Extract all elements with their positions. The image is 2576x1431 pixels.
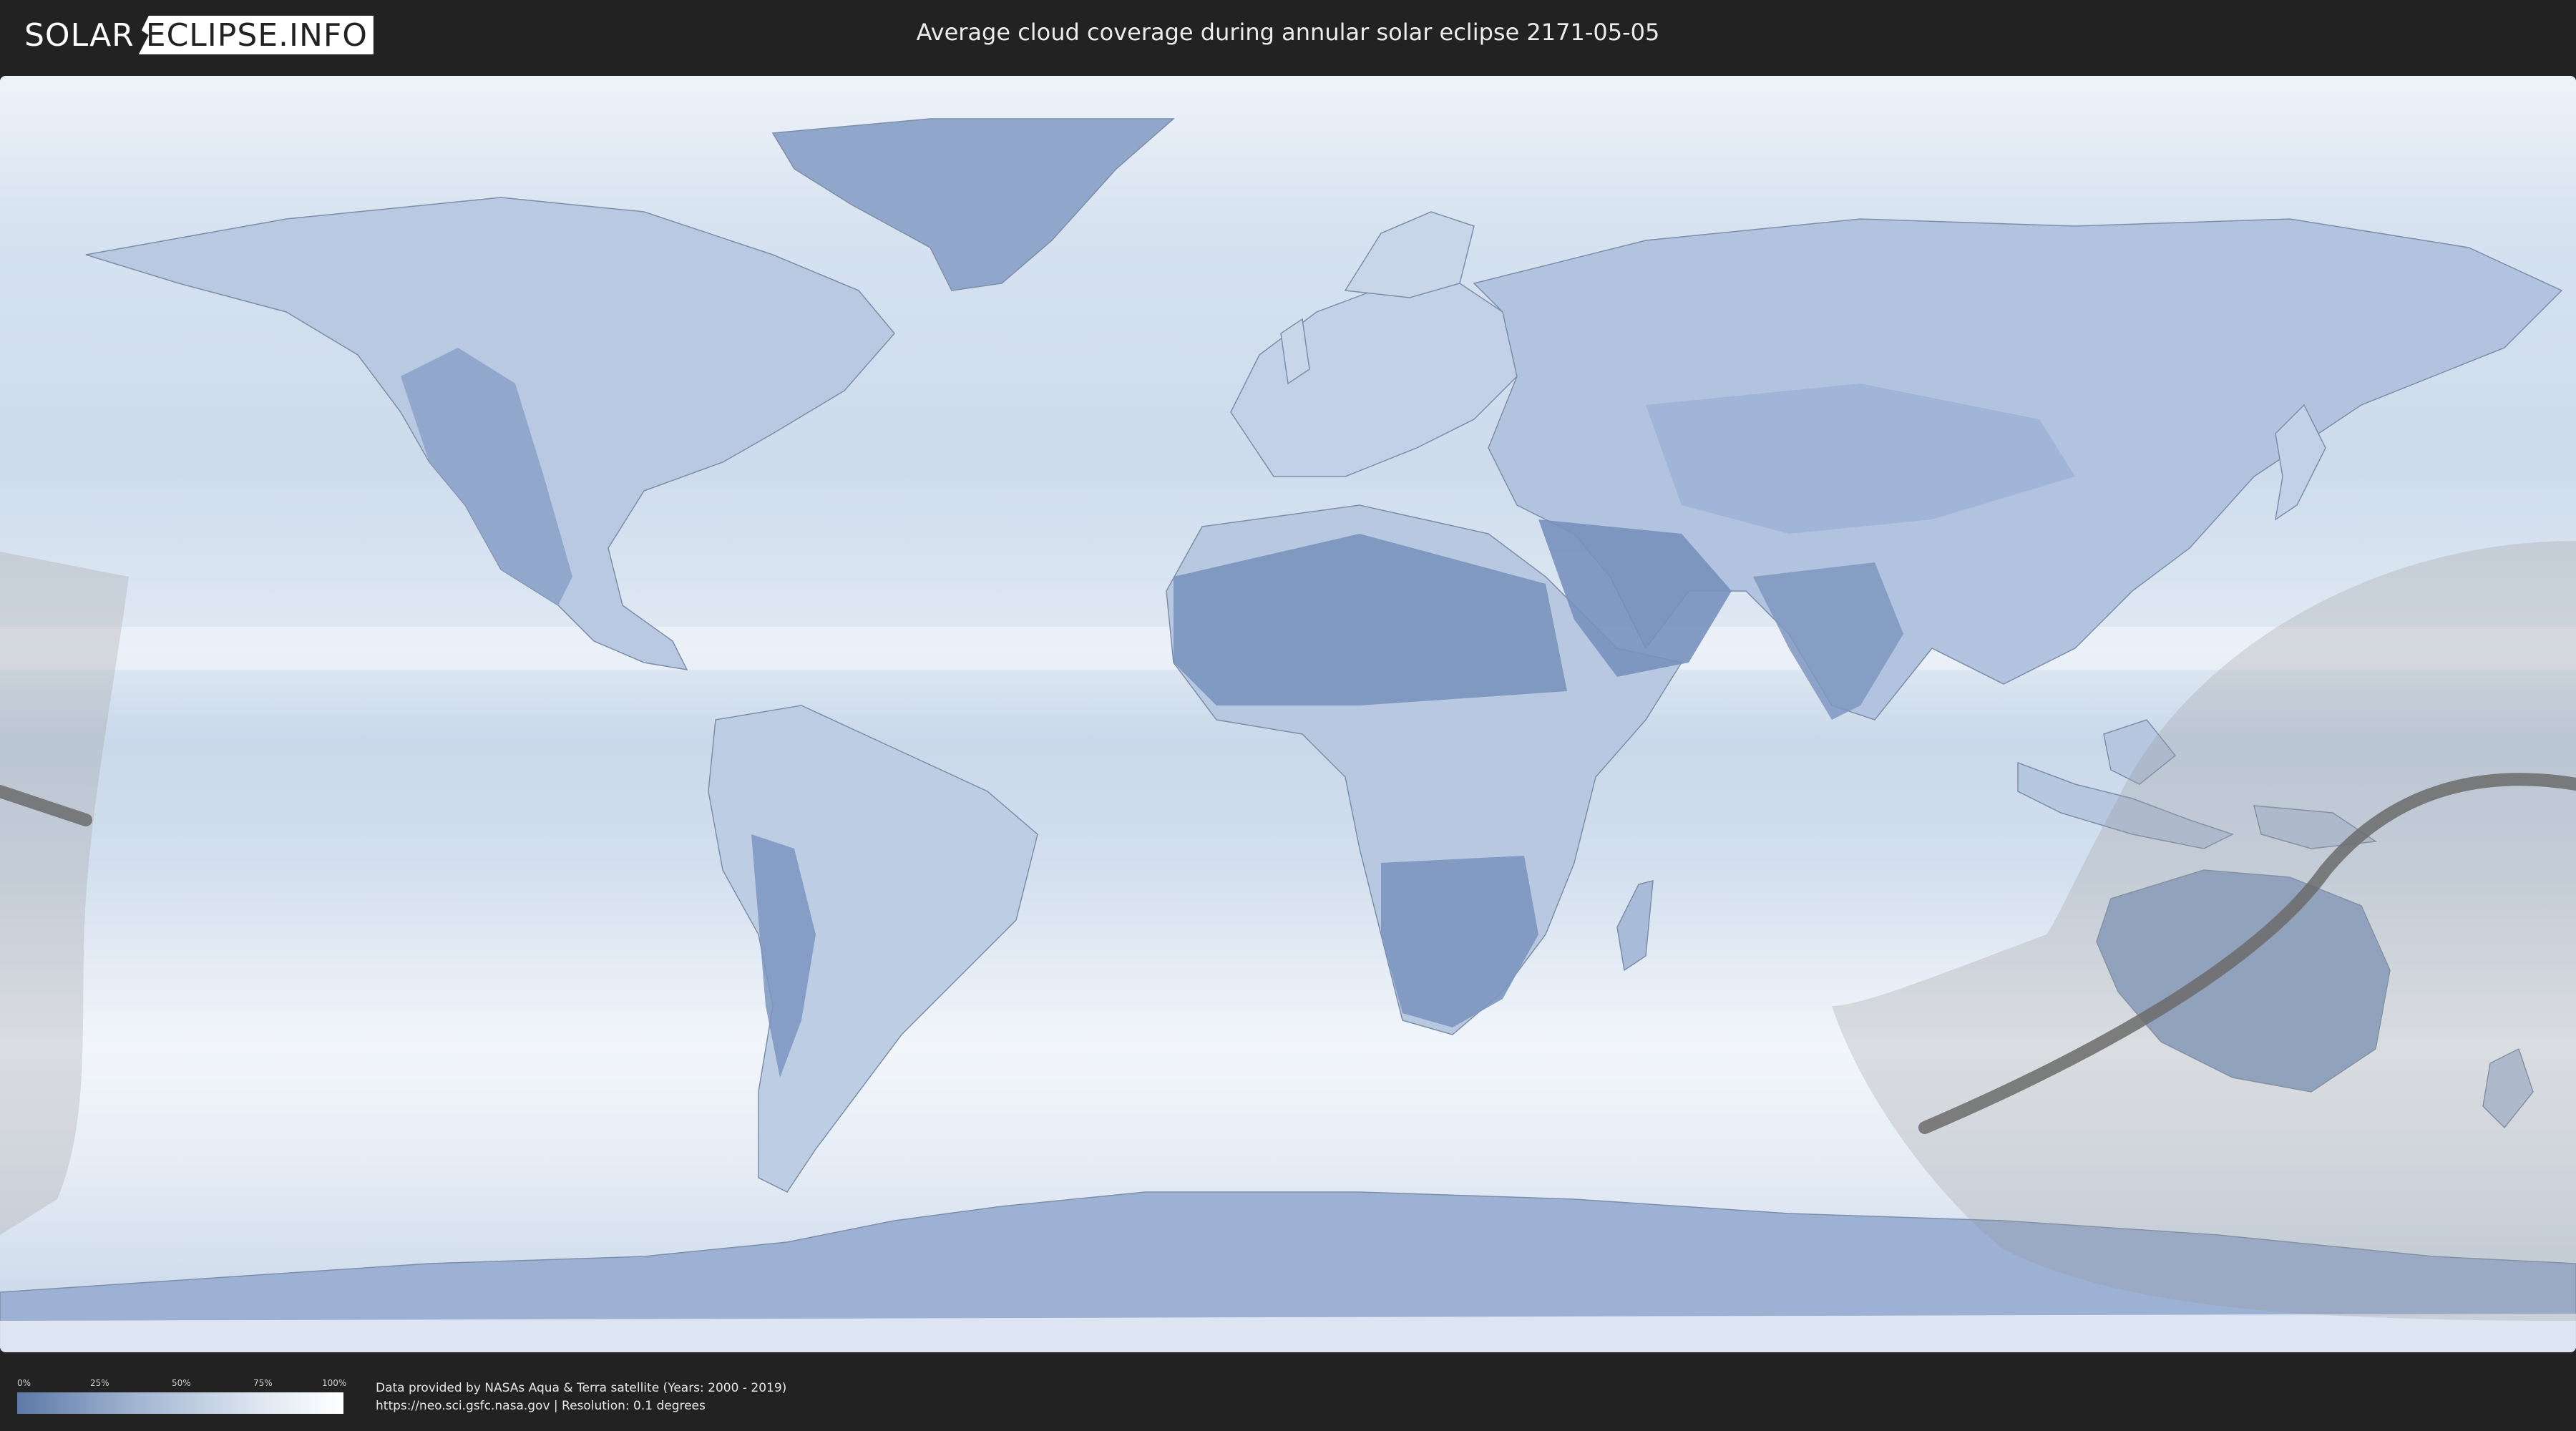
footer-bar: 0% 25% 50% 75% 100% Data provided by NAS…	[0, 1357, 2576, 1431]
legend-tick-25: 25%	[90, 1378, 109, 1388]
world-map-svg	[0, 76, 2576, 1352]
legend-tick-50: 50%	[172, 1378, 191, 1388]
cloud-coverage-map[interactable]	[0, 76, 2576, 1352]
cloud-coverage-legend: 0% 25% 50% 75% 100%	[17, 1378, 347, 1414]
legend-gradient-bar	[17, 1392, 343, 1414]
data-credits: Data provided by NASAs Aqua & Terra sate…	[376, 1379, 786, 1415]
credit-line-url: https://neo.sci.gsfc.nasa.gov | Resoluti…	[376, 1399, 706, 1413]
page-title: Average cloud coverage during annular so…	[916, 19, 1660, 46]
legend-tick-75: 75%	[253, 1378, 273, 1388]
legend-tick-0: 0%	[17, 1378, 31, 1388]
legend-tick-100: 100%	[322, 1378, 347, 1388]
credit-line-source: Data provided by NASAs Aqua & Terra sate…	[376, 1381, 787, 1395]
header-bar: SOLAR ECLIPSE.INFO Average cloud coverag…	[0, 0, 2576, 72]
legend-ticks: 0% 25% 50% 75% 100%	[17, 1378, 347, 1391]
